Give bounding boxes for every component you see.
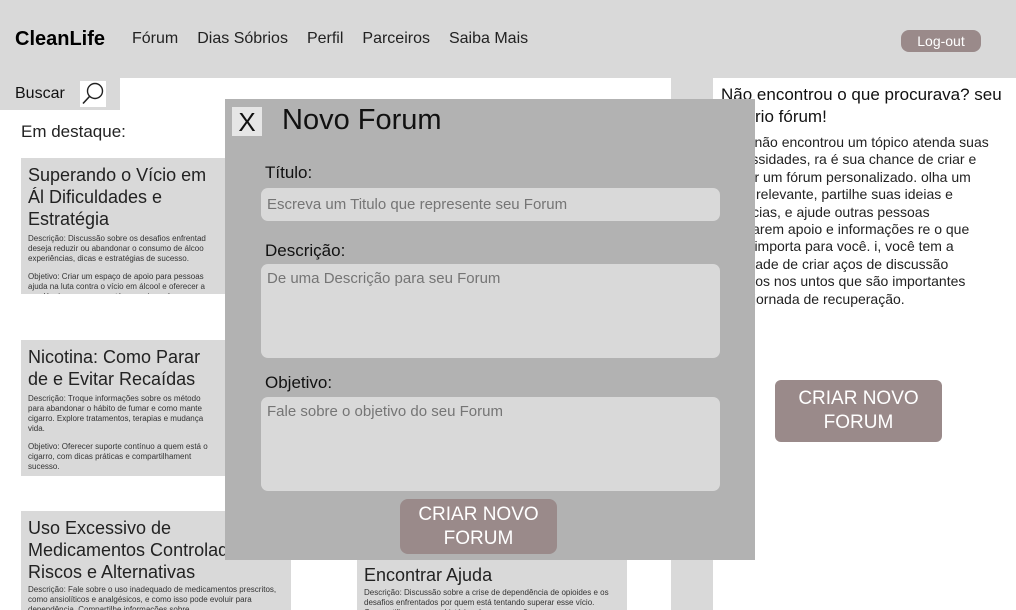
submit-forum-button[interactable]: CRIAR NOVO FORUM — [400, 499, 557, 554]
create-forum-button[interactable]: CRIAR NOVO FORUM — [775, 380, 942, 442]
create-forum-panel: Não encontrou o que procurava? seu própr… — [713, 78, 1016, 610]
brand-logo[interactable]: CleanLife — [15, 28, 105, 51]
title-label: Título: — [265, 163, 313, 182]
objective-label: Objetivo: — [265, 373, 333, 392]
forum-card-description: Descrição: Discussão sobre os desafios e… — [28, 234, 206, 263]
search-bar[interactable]: Buscar — [0, 78, 120, 110]
close-button[interactable]: X — [232, 107, 262, 137]
top-header: CleanLife Fórum Dias Sóbrios Perfil Parc… — [0, 0, 1016, 78]
forum-card-title: Superando o Vício em Ál Dificuldades e E… — [28, 165, 207, 229]
nav-parceiros[interactable]: Parceiros — [362, 30, 430, 48]
panel-text: você não encontrou um tópico atenda suas… — [721, 134, 989, 307]
forum-card-description: Descrição: Fale sobre o uso inadequado d… — [28, 585, 277, 610]
modal-title: Novo Forum — [282, 104, 442, 136]
panel-title: Não encontrou o que procurava? seu própr… — [721, 85, 1002, 126]
forum-card-title: Encontrar Ajuda — [364, 565, 493, 585]
forum-card[interactable]: Encontrar Ajuda Descrição: Discussão sob… — [357, 558, 627, 610]
forum-card[interactable]: Superando o Vício em Ál Dificuldades e E… — [21, 158, 225, 294]
nav-dias-sobrios[interactable]: Dias Sóbrios — [197, 30, 288, 48]
description-input[interactable] — [261, 264, 720, 358]
nav-forum[interactable]: Fórum — [132, 30, 178, 48]
nav-perfil[interactable]: Perfil — [307, 30, 343, 48]
forum-card-description: Descrição: Troque informações sobre os m… — [28, 394, 204, 433]
forum-card-description: Descrição: Discussão sobre a crise de de… — [364, 588, 609, 610]
objective-input[interactable] — [261, 397, 720, 491]
forum-card[interactable]: Nicotina: Como Parar de e Evitar Recaída… — [21, 340, 225, 476]
main-nav: Fórum Dias Sóbrios Perfil Parceiros Saib… — [132, 30, 528, 48]
search-icon[interactable] — [80, 81, 106, 107]
search-label: Buscar — [15, 85, 65, 102]
forum-card-objective: Objetivo: Oferecer suporte contínuo a qu… — [28, 442, 208, 471]
new-forum-modal: X Novo Forum Título: Descrição: Objetivo… — [225, 99, 755, 560]
nav-saiba-mais[interactable]: Saiba Mais — [449, 30, 528, 48]
forum-card-title: Nicotina: Como Parar de e Evitar Recaída… — [28, 347, 201, 389]
description-label: Descrição: — [265, 241, 346, 260]
title-input[interactable] — [261, 188, 720, 221]
forum-card-objective: Objetivo: Criar um espaço de apoio para … — [28, 272, 205, 294]
featured-heading: Em destaque: — [21, 122, 126, 141]
logout-button[interactable]: Log-out — [901, 30, 981, 52]
